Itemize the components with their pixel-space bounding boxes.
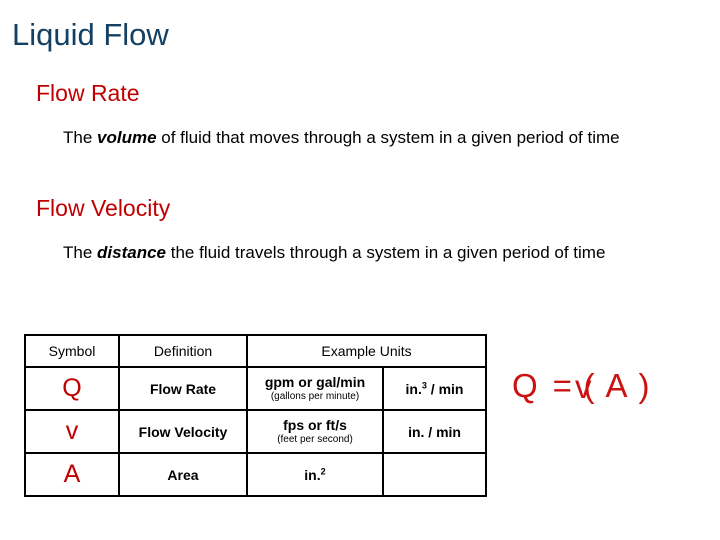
cell-alt-units-area bbox=[381, 452, 488, 497]
cell-units-flow-velocity: fps or ft/s (feet per second) bbox=[246, 409, 384, 454]
body-text-prefix-1: The bbox=[63, 128, 98, 147]
unit-sub-gallons-per-minute: (gallons per minute) bbox=[270, 391, 360, 402]
cell-definition-flow-rate: Flow Rate bbox=[118, 366, 248, 411]
equation-paren-close: ) bbox=[638, 367, 651, 404]
unit-main-square-inches: in.2 bbox=[304, 465, 326, 483]
symbol-a: A bbox=[63, 460, 81, 488]
section-heading-flow-velocity: Flow Velocity bbox=[36, 195, 171, 221]
unit-alt-inches-per-minute: in. / min bbox=[408, 424, 461, 440]
unit-alt-suffix-1: / min bbox=[426, 380, 464, 397]
cell-symbol-v: v bbox=[24, 409, 120, 454]
column-header-definition: Definition bbox=[118, 334, 248, 368]
cell-alt-units-flow-rate: in.3 / min bbox=[381, 366, 488, 411]
section-heading-flow-rate: Flow Rate bbox=[36, 80, 140, 106]
body-emphasis-volume: volume bbox=[97, 128, 157, 147]
unit-alt-prefix-1: in. bbox=[405, 380, 422, 397]
cell-alt-units-flow-velocity: in. / min bbox=[381, 409, 488, 454]
cell-units-flow-rate: gpm or gal/min (gallons per minute) bbox=[246, 366, 384, 411]
table-row: v Flow Velocity fps or ft/s (feet per se… bbox=[24, 409, 488, 454]
symbol-v: v bbox=[65, 417, 79, 445]
table-row: Q Flow Rate gpm or gal/min (gallons per … bbox=[24, 366, 488, 411]
page-title: Liquid Flow bbox=[12, 17, 169, 52]
cell-definition-area: Area bbox=[118, 452, 248, 497]
unit-main-prefix-3: in. bbox=[304, 466, 321, 483]
cell-units-area: in.2 bbox=[246, 452, 384, 497]
body-text-prefix-2: The bbox=[63, 243, 98, 262]
column-header-symbol: Symbol bbox=[24, 334, 120, 368]
units-table: Symbol Definition Example Units Q Flow R… bbox=[24, 334, 488, 497]
cell-symbol-q: Q bbox=[24, 366, 120, 411]
body-emphasis-distance: distance bbox=[97, 243, 167, 262]
table-row: A Area in.2 bbox=[24, 452, 488, 497]
equation-equals-sign: = bbox=[552, 367, 573, 404]
unit-main-fps: fps or ft/s bbox=[283, 417, 347, 433]
cell-symbol-a: A bbox=[24, 452, 120, 497]
unit-main-exponent-3: 2 bbox=[320, 465, 326, 476]
equation-term-q: Q bbox=[512, 367, 539, 404]
table-header-row: Symbol Definition Example Units bbox=[24, 334, 488, 368]
symbol-q: Q bbox=[62, 374, 82, 402]
cell-definition-flow-velocity: Flow Velocity bbox=[118, 409, 248, 454]
body-text-suffix-2: the fluid travels through a system in a … bbox=[166, 243, 606, 262]
equation-term-a: A bbox=[605, 367, 629, 404]
body-text-suffix-1: of fluid that moves through a system in … bbox=[156, 128, 620, 147]
unit-main-gpm: gpm or gal/min bbox=[264, 374, 366, 390]
slide-canvas: Liquid Flow Flow Rate The volume of flui… bbox=[0, 0, 720, 540]
unit-sub-feet-per-second: (feet per second) bbox=[277, 434, 353, 445]
section-body-flow-rate: The volume of fluid that moves through a… bbox=[63, 122, 720, 154]
equation-term-v: v bbox=[574, 368, 593, 405]
column-header-example-units: Example Units bbox=[245, 334, 488, 368]
unit-alt-cubic-inches-per-minute: in.3 / min bbox=[405, 380, 464, 397]
section-body-flow-velocity: The distance the fluid travels through a… bbox=[63, 237, 720, 269]
flow-equation: Q =v(A) bbox=[512, 366, 650, 406]
unit-alt-prefix-2: in. / min bbox=[408, 423, 461, 440]
